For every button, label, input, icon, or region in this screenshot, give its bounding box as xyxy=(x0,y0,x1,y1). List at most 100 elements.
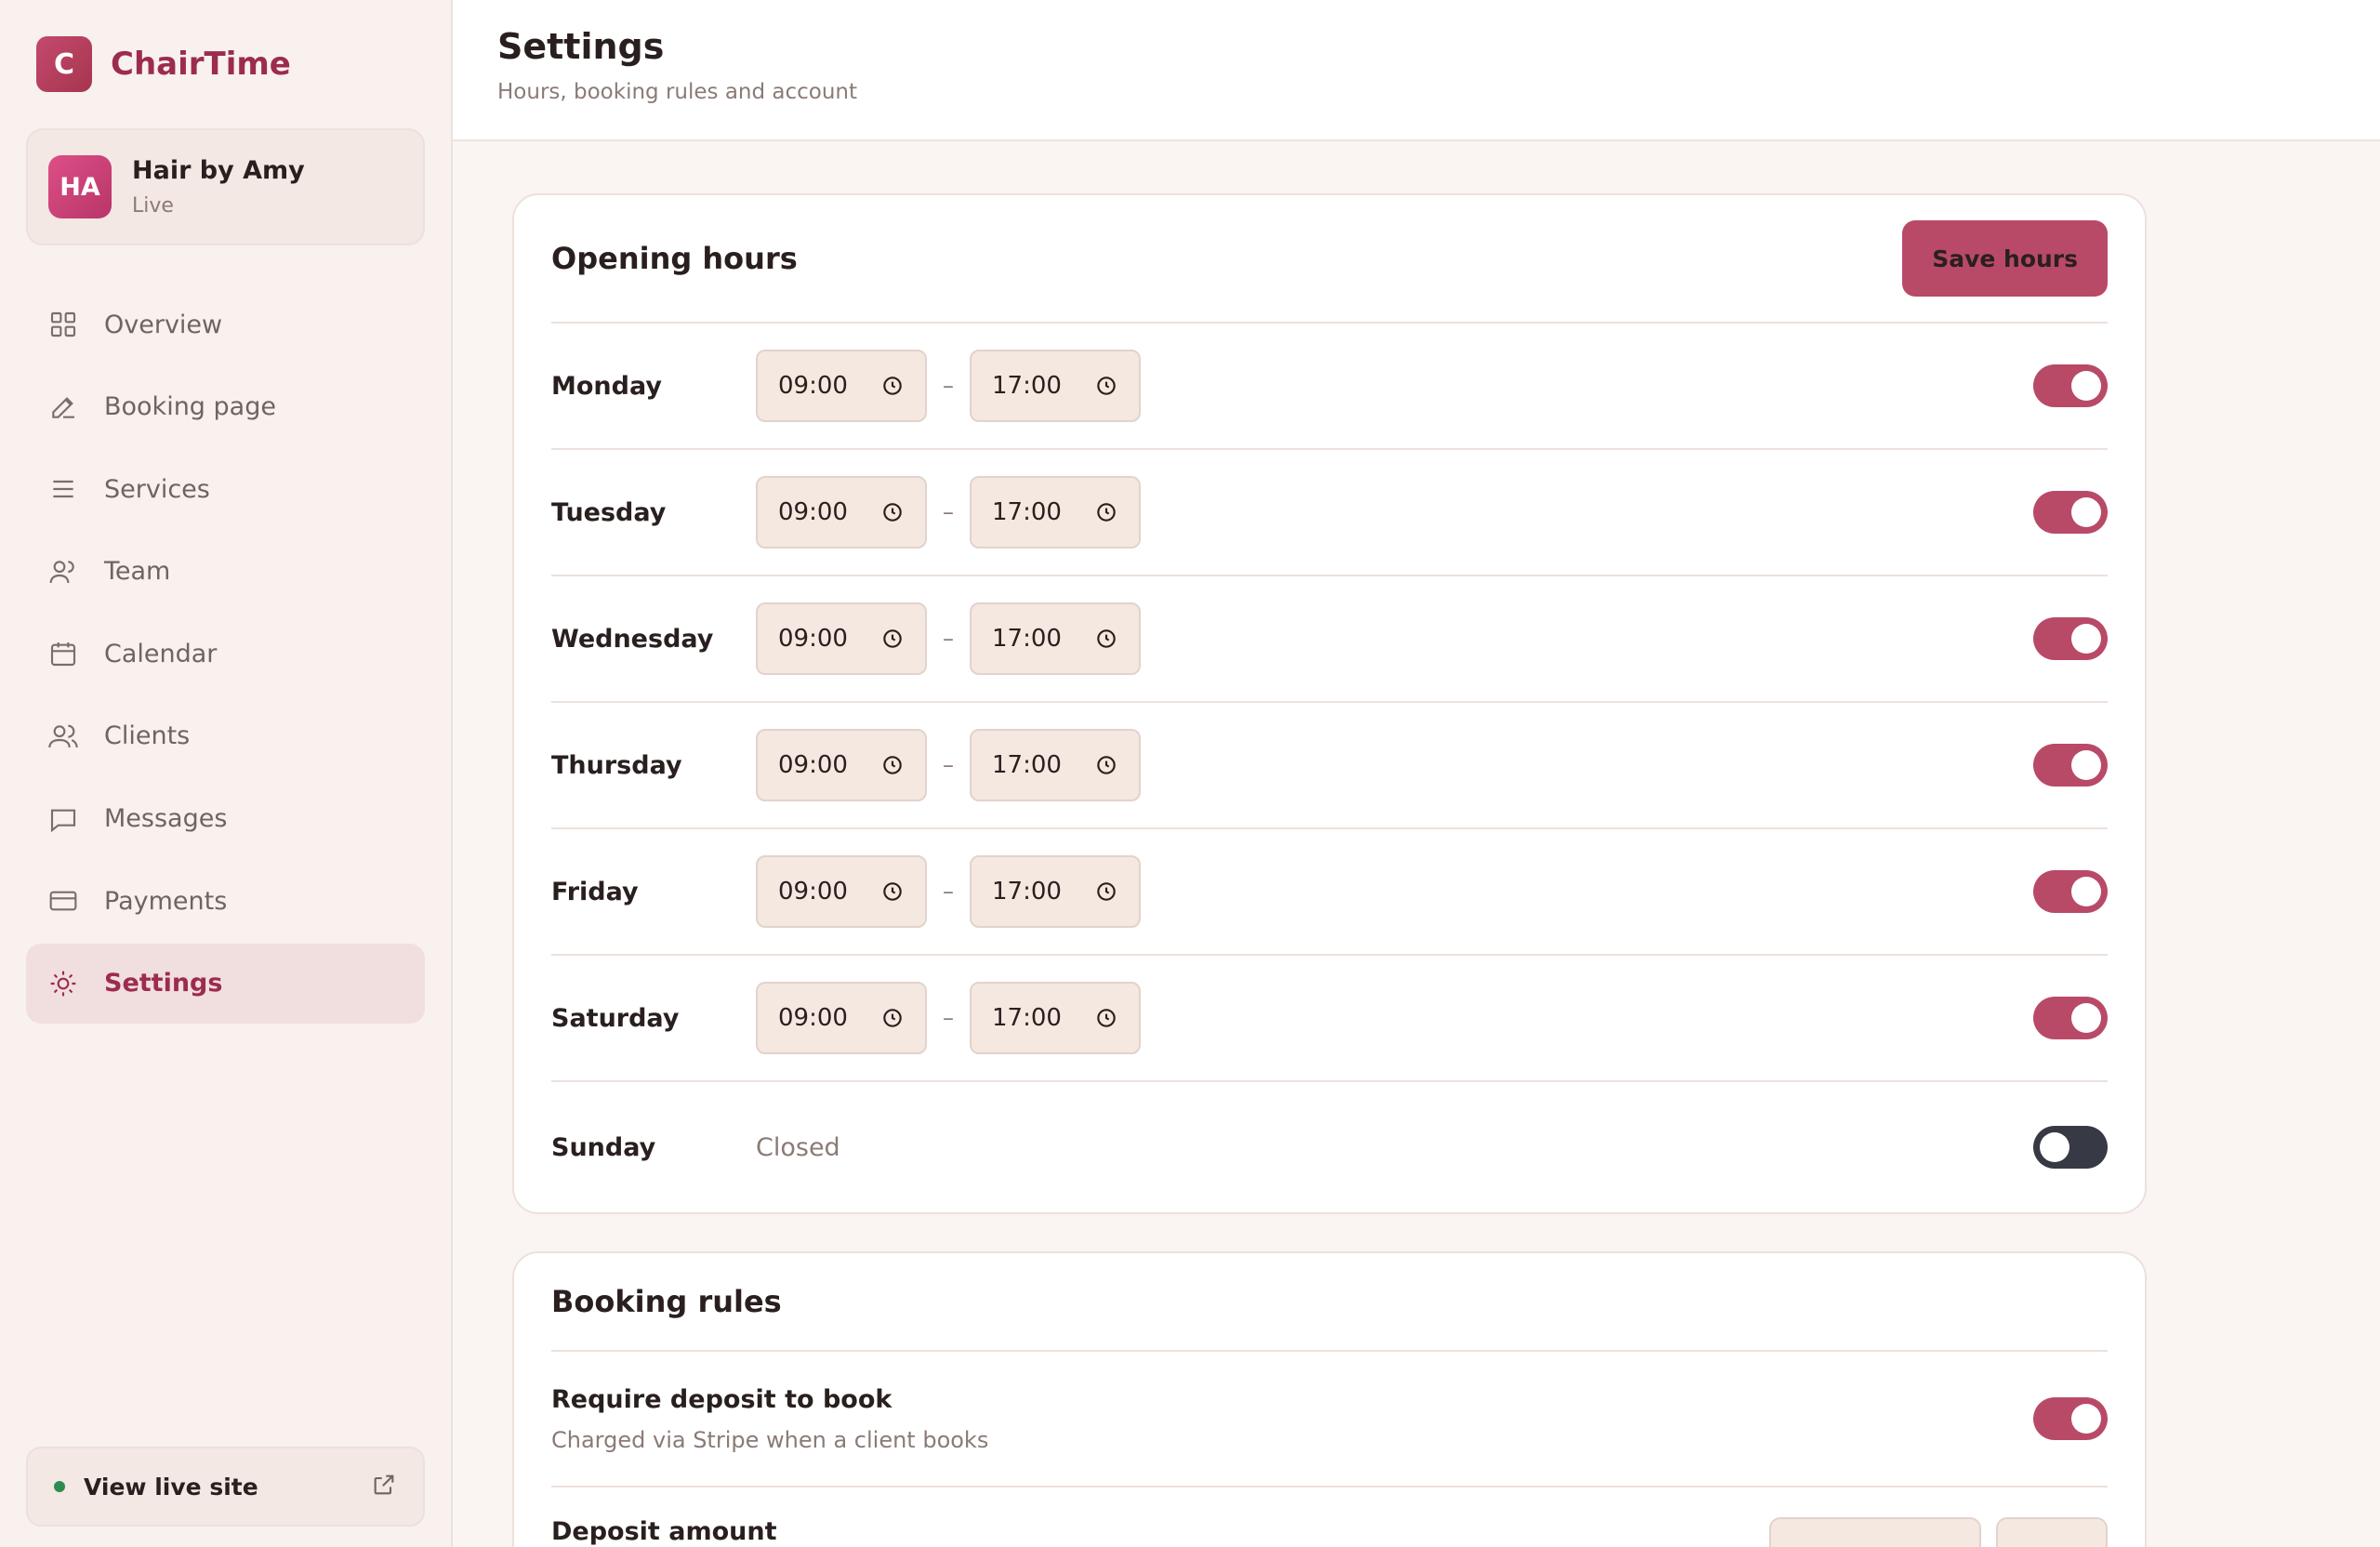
clock-icon xyxy=(1097,629,1116,648)
sidebar: C ChairTime HA Hair by Amy Live Overview xyxy=(0,0,453,1547)
time-value: 09:00 xyxy=(778,498,848,526)
open-time-input[interactable]: 09:00 xyxy=(756,602,927,675)
sidebar-item-payments[interactable]: Payments xyxy=(26,861,425,941)
deposit-rule-title: Require deposit to book xyxy=(551,1384,892,1414)
calendar-icon xyxy=(48,639,78,668)
page-title: Settings xyxy=(497,26,665,67)
time-separator: – xyxy=(943,752,954,778)
open-time-input[interactable]: 09:00 xyxy=(756,476,927,549)
day-enabled-toggle[interactable] xyxy=(2033,364,2108,407)
salon-switcher[interactable]: HA Hair by Amy Live xyxy=(26,128,425,245)
app-root: C ChairTime HA Hair by Amy Live Overview xyxy=(0,0,2380,1547)
day-enabled-toggle[interactable] xyxy=(2033,491,2108,534)
view-live-site-button[interactable]: View live site xyxy=(26,1447,425,1527)
booking-rules-title: Booking rules xyxy=(551,1284,782,1319)
deposit-amount-row: Deposit amount xyxy=(551,1488,2108,1547)
grid-icon xyxy=(48,310,78,339)
close-time-input[interactable]: 17:00 xyxy=(970,350,1141,422)
time-separator: – xyxy=(943,1005,954,1031)
sidebar-item-label: Settings xyxy=(104,969,223,998)
clock-icon xyxy=(1097,882,1116,901)
sidebar-item-clients[interactable]: Clients xyxy=(26,696,425,776)
time-value: 09:00 xyxy=(778,1004,848,1032)
time-value: 17:00 xyxy=(992,372,1062,400)
open-time-input[interactable]: 09:00 xyxy=(756,855,927,928)
booking-rules-header: Booking rules xyxy=(551,1253,2108,1352)
day-enabled-toggle[interactable] xyxy=(2033,1126,2108,1169)
menu-icon xyxy=(48,474,78,504)
clock-icon xyxy=(883,629,902,648)
open-time-input[interactable]: 09:00 xyxy=(756,729,927,801)
sidebar-item-label: Clients xyxy=(104,721,191,751)
day-enabled-toggle[interactable] xyxy=(2033,997,2108,1039)
salon-avatar: HA xyxy=(48,155,112,218)
deposit-amount-title: Deposit amount xyxy=(551,1517,777,1546)
deposit-amount-inputs xyxy=(1769,1517,2108,1547)
deposit-type-select[interactable] xyxy=(1996,1517,2108,1547)
time-separator: – xyxy=(943,626,954,652)
salon-info: Hair by Amy Live xyxy=(132,156,305,218)
sidebar-item-calendar[interactable]: Calendar xyxy=(26,614,425,694)
brand[interactable]: C ChairTime xyxy=(26,0,425,128)
opening-hours-header: Opening hours Save hours xyxy=(551,195,2108,324)
clock-icon xyxy=(1097,377,1116,395)
deposit-rule-text: Require deposit to book Charged via Stri… xyxy=(551,1385,988,1453)
opening-hours-card: Opening hours Save hours Monday 09:00 – … xyxy=(512,193,2147,1214)
clock-icon xyxy=(883,1009,902,1027)
users-icon xyxy=(48,721,78,751)
sidebar-item-booking-page[interactable]: Booking page xyxy=(26,367,425,447)
sidebar-item-label: Messages xyxy=(104,804,228,834)
sidebar-item-messages[interactable]: Messages xyxy=(26,779,425,859)
sidebar-item-services[interactable]: Services xyxy=(26,449,425,529)
day-enabled-toggle[interactable] xyxy=(2033,870,2108,913)
user-icon xyxy=(48,557,78,587)
sidebar-item-label: Calendar xyxy=(104,639,218,668)
time-value: 09:00 xyxy=(778,878,848,906)
brand-name: ChairTime xyxy=(111,46,291,83)
hours-row-saturday: Saturday 09:00 – 17:00 xyxy=(551,956,2108,1082)
card-icon xyxy=(48,886,78,916)
salon-name: Hair by Amy xyxy=(132,156,305,185)
save-hours-button[interactable]: Save hours xyxy=(1902,220,2108,297)
deposit-amount-input[interactable] xyxy=(1769,1517,1981,1547)
hours-row-wednesday: Wednesday 09:00 – 17:00 xyxy=(551,576,2108,703)
deposit-rule-row: Require deposit to book Charged via Stri… xyxy=(551,1352,2108,1488)
main-area: Settings Hours, booking rules and accoun… xyxy=(453,0,2380,1547)
deposit-rule-description: Charged via Stripe when a client books xyxy=(551,1426,989,1453)
close-time-input[interactable]: 17:00 xyxy=(970,855,1141,928)
clock-icon xyxy=(883,756,902,774)
day-name: Thursday xyxy=(551,750,682,780)
close-time-input[interactable]: 17:00 xyxy=(970,729,1141,801)
salon-status: Live xyxy=(132,194,174,218)
close-time-input[interactable]: 17:00 xyxy=(970,982,1141,1054)
close-time-input[interactable]: 17:00 xyxy=(970,476,1141,549)
open-time-input[interactable]: 09:00 xyxy=(756,350,927,422)
clock-icon xyxy=(1097,756,1116,774)
time-separator: – xyxy=(943,879,954,905)
live-status-dot xyxy=(54,1481,65,1492)
hours-row-thursday: Thursday 09:00 – 17:00 xyxy=(551,703,2108,829)
view-live-site-label: View live site xyxy=(84,1473,258,1501)
close-time-input[interactable]: 17:00 xyxy=(970,602,1141,675)
sidebar-item-overview[interactable]: Overview xyxy=(26,284,425,364)
sidebar-item-team[interactable]: Team xyxy=(26,532,425,612)
time-value: 17:00 xyxy=(992,878,1062,906)
time-value: 09:00 xyxy=(778,751,848,779)
external-link-icon xyxy=(371,1472,397,1501)
time-separator: – xyxy=(943,499,954,525)
time-value: 17:00 xyxy=(992,625,1062,653)
sidebar-item-label: Team xyxy=(104,557,171,587)
booking-rules-card: Booking rules Require deposit to book Ch… xyxy=(512,1251,2147,1547)
sidebar-item-label: Payments xyxy=(104,886,228,916)
day-enabled-toggle[interactable] xyxy=(2033,744,2108,787)
require-deposit-toggle[interactable] xyxy=(2033,1397,2108,1440)
day-enabled-toggle[interactable] xyxy=(2033,617,2108,660)
hours-row-monday: Monday 09:00 – 17:00 xyxy=(551,324,2108,450)
open-time-input[interactable]: 09:00 xyxy=(756,982,927,1054)
day-name: Saturday xyxy=(551,1003,680,1033)
sidebar-item-settings[interactable]: Settings xyxy=(26,943,425,1024)
sidebar-item-label: Overview xyxy=(104,310,223,339)
clock-icon xyxy=(883,503,902,522)
time-value: 17:00 xyxy=(992,498,1062,526)
pencil-icon xyxy=(48,392,78,422)
